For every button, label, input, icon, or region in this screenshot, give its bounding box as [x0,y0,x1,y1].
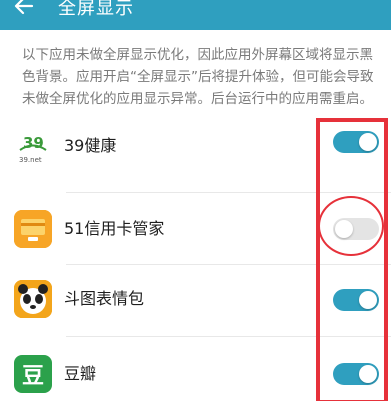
toggle-knob [335,220,353,238]
app-name: 39健康 [64,136,117,155]
toggle-knob [359,133,377,151]
app-name: 豆瓣 [64,364,97,383]
page-title: 全屏显示 [58,0,134,19]
39health-icon: 39 39.net [14,129,52,167]
list-item-douban[interactable]: 豆 豆瓣 [0,337,391,401]
douban-icon-text: 豆 [21,364,44,389]
toggle-knob [359,291,377,309]
douban-icon: 豆 [14,355,52,393]
list-item-doutu[interactable]: 斗图表情包 [0,265,391,337]
39health-icon-text: 39 [23,134,44,152]
full-screen-display-settings: 全屏显示 以下应用未做全屏显示优化，因此应用外屏幕区域将显示黑色背景。应用开启“… [0,0,391,401]
toggle-knob [359,365,377,383]
full-screen-toggle[interactable] [333,218,379,240]
back-button[interactable] [10,0,38,20]
arrow-left-icon [14,0,34,15]
description-text: 以下应用未做全屏显示优化，因此应用外屏幕区域将显示黑色背景。应用开启“全屏显示”… [22,47,374,107]
list-item-51credit[interactable]: 51信用卡管家 [0,193,391,265]
panda-face-icon [14,280,52,318]
51credit-card-icon [14,210,52,248]
full-screen-toggle[interactable] [333,289,379,311]
full-screen-toggle[interactable] [333,363,379,385]
app-bar: 全屏显示 [0,0,391,30]
list-item-39health[interactable]: 39 39.net 39健康 [0,121,391,193]
full-screen-toggle[interactable] [333,131,379,153]
app-name: 51信用卡管家 [64,219,165,238]
app-name: 斗图表情包 [64,289,145,308]
39health-icon-subtext: 39.net [19,156,42,164]
